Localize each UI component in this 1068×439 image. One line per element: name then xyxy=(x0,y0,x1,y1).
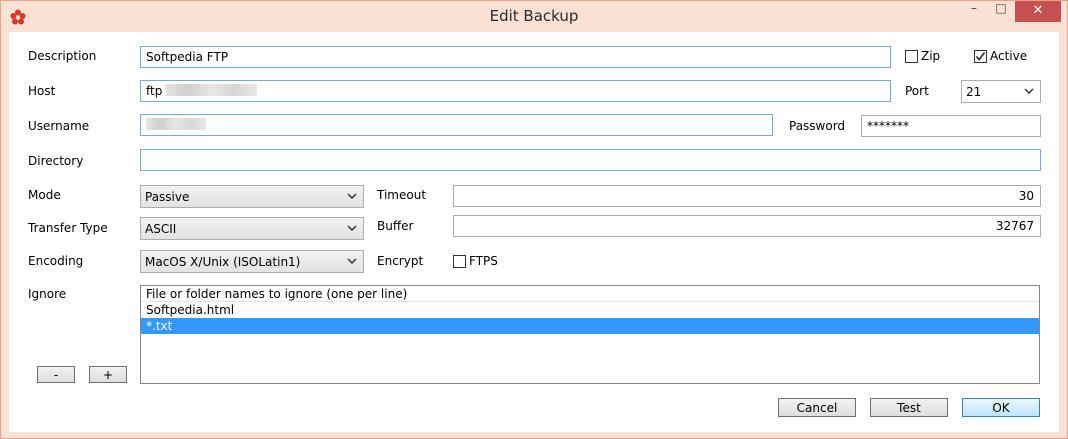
maximize-button[interactable]: □ xyxy=(988,1,1014,22)
description-label: Description xyxy=(28,49,97,63)
host-value: ftp xyxy=(146,84,163,98)
zip-checkbox[interactable] xyxy=(905,50,918,63)
chevron-down-icon xyxy=(347,225,357,232)
redacted-username xyxy=(146,118,206,130)
edit-backup-window: Edit Backup – □ ✕ Description Softpedia … xyxy=(0,0,1068,439)
ignore-list-header: File or folder names to ignore (one per … xyxy=(141,286,1039,302)
encoding-label: Encoding xyxy=(28,254,84,268)
title-bar[interactable]: Edit Backup – □ ✕ xyxy=(1,1,1067,32)
cancel-button[interactable]: Cancel xyxy=(778,398,856,417)
redacted-host xyxy=(165,84,258,96)
close-button[interactable]: ✕ xyxy=(1015,1,1061,22)
ignore-label: Ignore xyxy=(28,287,67,301)
window-title: Edit Backup xyxy=(489,7,579,25)
port-select[interactable]: 21 xyxy=(961,80,1041,103)
description-input[interactable]: Softpedia FTP xyxy=(140,46,891,68)
ignore-list[interactable]: File or folder names to ignore (one per … xyxy=(140,285,1040,384)
host-input[interactable]: ftp xyxy=(140,80,891,102)
chevron-down-icon xyxy=(347,193,357,200)
mode-value: Passive xyxy=(145,190,190,204)
port-label: Port xyxy=(905,84,929,98)
timeout-input[interactable]: 30 xyxy=(453,185,1041,207)
active-label: Active xyxy=(990,49,1028,63)
port-value: 21 xyxy=(966,85,982,99)
active-checkbox[interactable] xyxy=(974,50,987,63)
transfer-type-label: Transfer Type xyxy=(28,221,108,235)
username-label: Username xyxy=(28,119,90,133)
timeout-label: Timeout xyxy=(377,188,427,202)
transfer-type-value: ASCII xyxy=(145,222,177,236)
dialog-body: Description Softpedia FTP Zip Active Hos… xyxy=(9,32,1059,432)
encoding-select[interactable]: MacOS X/Unix (ISOLatin1) xyxy=(140,250,364,273)
add-ignore-button[interactable]: + xyxy=(89,366,127,383)
ok-button[interactable]: OK xyxy=(962,398,1040,417)
directory-label: Directory xyxy=(28,154,84,168)
mode-select[interactable]: Passive xyxy=(140,185,364,208)
ftps-checkbox[interactable] xyxy=(453,255,466,268)
minimize-button[interactable]: – xyxy=(961,1,987,22)
ftps-label: FTPS xyxy=(469,254,498,268)
username-input[interactable] xyxy=(140,114,773,136)
mode-label: Mode xyxy=(28,188,61,202)
buffer-input[interactable]: 32767 xyxy=(453,215,1041,237)
password-input[interactable]: ******* xyxy=(861,115,1041,137)
encoding-value: MacOS X/Unix (ISOLatin1) xyxy=(145,255,301,269)
list-item-selected[interactable]: *.txt xyxy=(141,318,1039,334)
list-item[interactable]: Softpedia.html xyxy=(141,302,1039,318)
zip-label: Zip xyxy=(921,49,941,63)
transfer-type-select[interactable]: ASCII xyxy=(140,217,364,240)
chevron-down-icon xyxy=(1024,88,1034,95)
encrypt-label: Encrypt xyxy=(377,254,424,268)
chevron-down-icon xyxy=(347,258,357,265)
test-button[interactable]: Test xyxy=(870,398,948,417)
directory-input[interactable] xyxy=(140,149,1041,171)
host-label: Host xyxy=(28,84,56,98)
check-icon xyxy=(975,52,986,61)
buffer-label: Buffer xyxy=(377,219,414,233)
password-label: Password xyxy=(789,119,846,133)
remove-ignore-button[interactable]: - xyxy=(37,366,75,383)
